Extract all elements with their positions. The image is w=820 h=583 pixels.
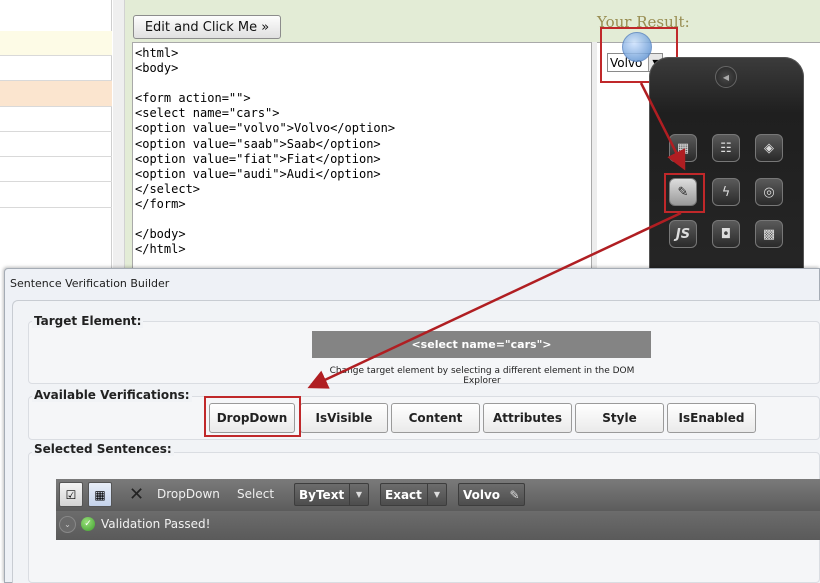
arrow-to-toolbar [639,82,686,171]
arrow-to-dropdown [307,211,682,389]
annotation-arrows [307,82,686,389]
